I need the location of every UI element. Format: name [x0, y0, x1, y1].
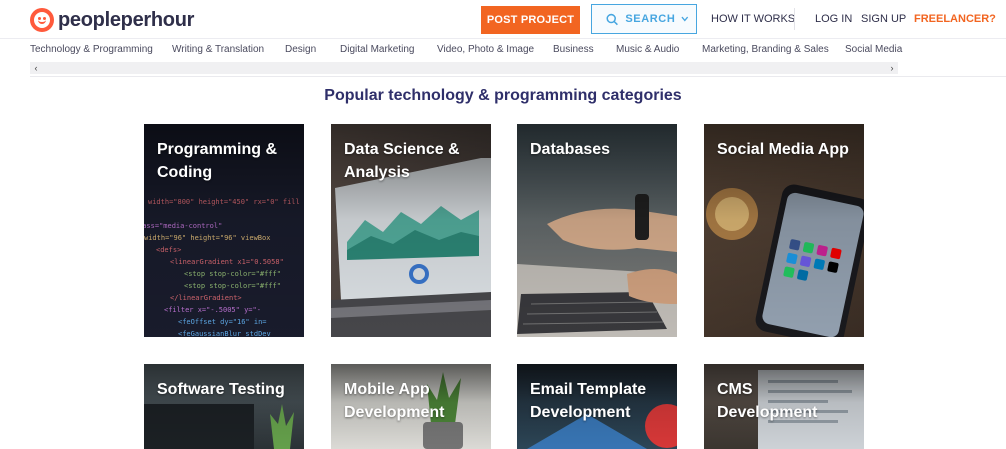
- category-scrollbar[interactable]: ‹ ›: [30, 62, 898, 74]
- page-title: Popular technology & programming categor…: [324, 87, 682, 104]
- card-mobile-app-development[interactable]: Mobile App Development: [331, 364, 491, 449]
- category-design[interactable]: Design: [285, 44, 316, 55]
- card-databases[interactable]: Databases: [517, 124, 677, 337]
- card-programming-coding[interactable]: width="800" height="450" rx="0" fill las…: [144, 124, 304, 337]
- card-title: Databases: [530, 141, 611, 158]
- card-cms-development[interactable]: CMS Development: [704, 364, 864, 449]
- top-header: peopleperhour POST PROJECT SEARCH HOW IT…: [0, 0, 1006, 38]
- log-in-link[interactable]: LOG IN: [815, 13, 852, 25]
- category-digital-marketing[interactable]: Digital Marketing: [340, 44, 414, 55]
- category-nav: Technology & Programming Writing & Trans…: [0, 38, 1006, 60]
- scroll-left-icon[interactable]: ‹: [30, 62, 42, 74]
- category-writing-translation[interactable]: Writing & Translation: [172, 44, 264, 55]
- category-music-audio[interactable]: Music & Audio: [616, 44, 679, 55]
- how-it-works-link[interactable]: HOW IT WORKS: [711, 13, 795, 25]
- card-software-testing[interactable]: Software Testing: [144, 364, 304, 449]
- card-title: Data Science & Analysis: [344, 141, 460, 181]
- category-technology-programming[interactable]: Technology & Programming: [30, 44, 153, 55]
- freelancer-link[interactable]: FREELANCER?: [914, 13, 996, 25]
- card-data-science-analysis[interactable]: Data Science & Analysis: [331, 124, 491, 337]
- card-email-template-development[interactable]: Email Template Development: [517, 364, 677, 449]
- search-label: SEARCH: [625, 13, 676, 25]
- brand-name: peopleperhour: [58, 8, 195, 31]
- category-business[interactable]: Business: [553, 44, 594, 55]
- brand-logo[interactable]: peopleperhour: [30, 8, 194, 32]
- card-social-media-app[interactable]: Social Media App: [704, 124, 864, 337]
- card-title: Programming & Coding: [157, 141, 278, 181]
- nav-divider: [794, 8, 795, 30]
- category-video-photo-image[interactable]: Video, Photo & Image: [437, 44, 534, 55]
- card-title: Software Testing: [157, 381, 285, 398]
- category-social-media[interactable]: Social Media: [845, 44, 902, 55]
- search-icon: [606, 13, 618, 25]
- category-marketing-branding-sales[interactable]: Marketing, Branding & Sales: [702, 44, 829, 55]
- card-title: Mobile App Development: [344, 381, 445, 421]
- smiley-logo-icon: [30, 8, 54, 32]
- card-title: Email Template Development: [530, 381, 647, 421]
- sign-up-link[interactable]: SIGN UP: [861, 13, 906, 25]
- card-title: Social Media App: [717, 141, 849, 158]
- search-button[interactable]: SEARCH: [591, 4, 697, 34]
- divider: [30, 76, 1006, 77]
- scroll-right-icon[interactable]: ›: [886, 62, 898, 74]
- chevron-down-icon: [681, 16, 689, 22]
- card-title: CMS Development: [717, 381, 818, 421]
- post-project-button[interactable]: POST PROJECT: [481, 6, 580, 34]
